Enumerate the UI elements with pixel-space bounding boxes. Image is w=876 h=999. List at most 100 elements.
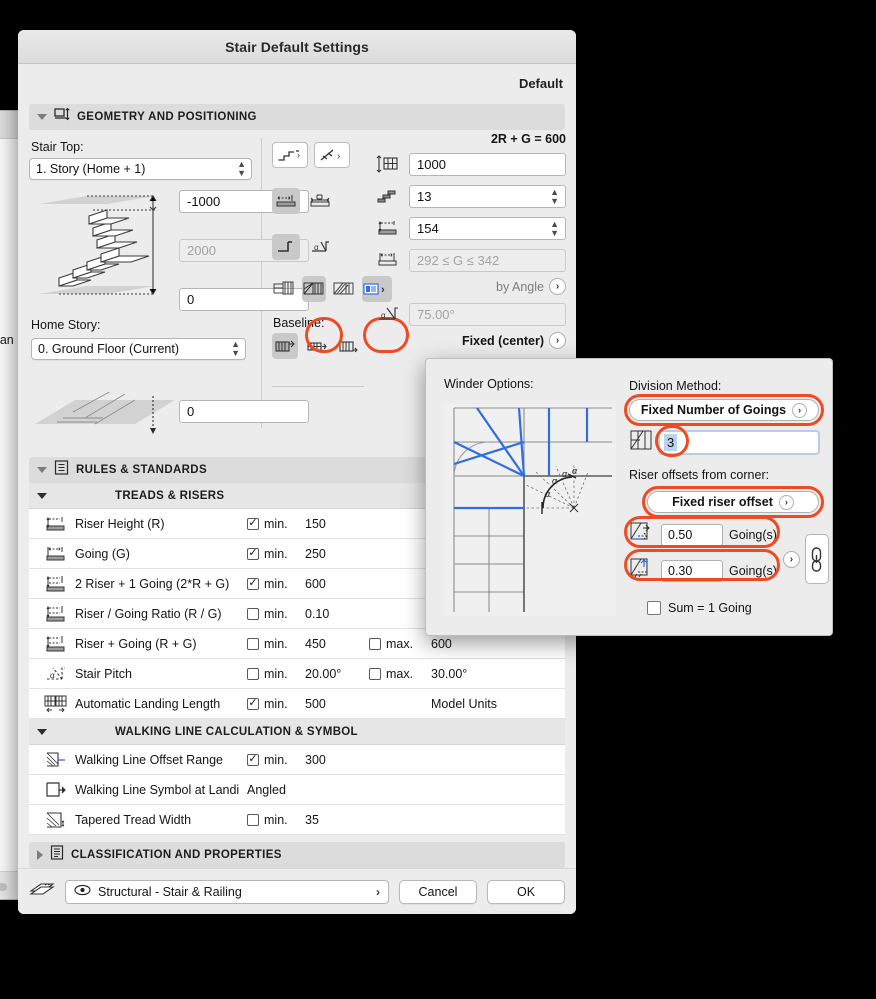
by-angle-row[interactable]: by Angle › [376, 278, 566, 295]
turn-landing-icon-button[interactable] [272, 276, 296, 302]
row-constraint-1[interactable]: ✓ min. [247, 753, 305, 767]
svg-text:›: › [297, 150, 300, 160]
tapered-tread-icon [37, 810, 75, 830]
row-value-1[interactable]: 20.00° [305, 667, 369, 681]
stepper-chevrons-icon[interactable]: ▲ ▼ [550, 219, 559, 238]
row-constraint-1[interactable]: ✓ min. [247, 577, 305, 591]
disclosure-triangle-icon[interactable] [37, 850, 43, 860]
turn-curved-icon-button[interactable] [332, 276, 356, 302]
row-constraint-1[interactable]: ✓ min. [247, 547, 305, 561]
num-risers-field[interactable]: 13 ▲ ▼ [409, 185, 566, 208]
offset-bottom-field[interactable]: 0.30 [661, 559, 723, 582]
fixed-center-row[interactable]: Fixed (center) › [376, 332, 566, 349]
row-constraint-1[interactable]: ✓ min. [247, 697, 305, 711]
chevron-right-icon[interactable]: › [792, 402, 808, 418]
row-value-1[interactable]: 0.10 [305, 607, 369, 621]
row-value-1[interactable]: 300 [305, 753, 369, 767]
disclosure-triangle-icon[interactable] [37, 492, 47, 499]
disclosure-triangle-icon[interactable] [37, 467, 47, 473]
table-row[interactable]: α Stair Pitch min. 20.00° max. 30.00° [29, 659, 565, 689]
number-of-risers-icon [376, 186, 402, 208]
row-checkbox-min[interactable]: ✓ [247, 517, 259, 530]
flight-type-row: › › [272, 142, 362, 168]
chevron-right-icon[interactable]: › [778, 494, 794, 510]
stair-top-value: 1. Story (Home + 1) [36, 162, 146, 176]
row-constraint-1[interactable]: min. [247, 813, 305, 827]
offset-top-field[interactable]: 0.50 [661, 523, 723, 546]
table-row[interactable]: Tapered Tread Width min. 35 [29, 805, 565, 835]
baseline-right-icon-button[interactable] [336, 333, 362, 359]
tread-flat-icon-button[interactable] [272, 234, 300, 260]
table-row[interactable]: Walking Line Symbol at Landi Angled [29, 775, 565, 805]
tread-angled-icon-button[interactable]: α [306, 234, 334, 260]
chevron-right-icon[interactable]: › [376, 885, 380, 899]
walkline-locked-icon-button[interactable] [306, 188, 334, 214]
stepper-chevrons-icon[interactable]: ▲ ▼ [237, 160, 246, 178]
row-constraint-1[interactable]: ✓ min. [247, 517, 305, 531]
row-checkbox-min[interactable]: ✓ [247, 577, 259, 590]
ok-button[interactable]: OK [487, 879, 565, 904]
row-value-1[interactable]: 600 [305, 577, 369, 591]
dialog-titlebar[interactable]: Stair Default Settings [18, 30, 576, 64]
row-checkbox-min[interactable] [247, 637, 259, 650]
section-header-geometry[interactable]: GEOMETRY AND POSITIONING [29, 104, 565, 130]
angle-field[interactable]: 75.00° [409, 303, 566, 326]
total-rise-row: 1000 [376, 153, 566, 176]
row-constraint-1[interactable]: min. [247, 667, 305, 681]
row-checkbox-min[interactable] [247, 813, 259, 826]
layers-icon[interactable] [29, 879, 55, 904]
home-story-select[interactable]: 0. Ground Floor (Current) ▲ ▼ [31, 338, 246, 360]
cancel-button[interactable]: Cancel [399, 879, 477, 904]
stair-top-select[interactable]: 1. Story (Home + 1) ▲ ▼ [29, 158, 252, 180]
row-checkbox-max[interactable] [369, 637, 381, 650]
turn-winder-icon-button[interactable] [302, 276, 326, 302]
section-title-geometry: GEOMETRY AND POSITIONING [77, 111, 257, 123]
disclosure-triangle-icon[interactable] [37, 114, 47, 120]
row-constraint-2[interactable]: max. [369, 667, 431, 681]
row-checkbox-min[interactable]: ✓ [247, 697, 259, 710]
total-rise-field[interactable]: 1000 [409, 153, 566, 176]
stepper-chevrons-icon[interactable]: ▲ ▼ [231, 340, 240, 358]
chevron-right-icon[interactable]: › [549, 278, 566, 295]
number-of-goings-field[interactable]: 3 [658, 430, 820, 455]
row-value-1[interactable]: 450 [305, 637, 369, 651]
rules-subgroup-header[interactable]: WALKING LINE CALCULATION & SYMBOL [29, 719, 565, 745]
chevron-right-icon[interactable]: › [549, 332, 566, 349]
riser-offset-method-select[interactable]: Fixed riser offset › [647, 491, 819, 513]
going-range-field[interactable]: 292 ≤ G ≤ 342 [409, 249, 566, 272]
stair-structure-icon-button[interactable]: › [272, 142, 308, 168]
row-constraint-2[interactable]: max. [369, 637, 431, 651]
baseline-center-icon-button[interactable] [304, 333, 330, 359]
offset-top-unit: Going(s) [729, 527, 777, 542]
row-checkbox-max[interactable] [369, 667, 381, 680]
row-value-1[interactable]: 250 [305, 547, 369, 561]
geometry-left-column: Stair Top: 1. Story (Home + 1) ▲ ▼ [29, 140, 252, 180]
sum-one-going-row[interactable]: Sum = 1 Going [647, 601, 819, 615]
row-checkbox-min[interactable] [247, 607, 259, 620]
row-value-1[interactable]: 35 [305, 813, 369, 827]
row-checkbox-min[interactable]: ✓ [247, 547, 259, 560]
row-constraint-1[interactable]: min. [247, 607, 305, 621]
chevron-right-icon[interactable]: › [782, 550, 800, 568]
table-row[interactable]: Walking Line Offset Range ✓ min. 300 [29, 745, 565, 775]
row-checkbox-min[interactable] [247, 667, 259, 680]
row-checkbox-min[interactable]: ✓ [247, 753, 259, 766]
section-header-classification[interactable]: CLASSIFICATION AND PROPERTIES [29, 842, 565, 868]
row-constraint-1[interactable]: min. [247, 637, 305, 651]
row-constraint-1[interactable]: Angled [247, 783, 305, 797]
row-value-1[interactable]: 500 [305, 697, 369, 711]
stair-flight-icon-button[interactable]: › [314, 142, 350, 168]
winder-options-popup: Winder Options: α α α α Division Method:… [425, 358, 833, 636]
stepper-chevrons-icon[interactable]: ▲ ▼ [550, 187, 559, 206]
sum-one-going-checkbox[interactable] [647, 601, 661, 615]
link-offsets-toggle[interactable] [804, 534, 829, 584]
row-value-1[interactable]: 150 [305, 517, 369, 531]
disclosure-triangle-icon[interactable] [37, 728, 47, 735]
riser-height-field[interactable]: 154 ▲ ▼ [409, 217, 566, 240]
table-row[interactable]: Automatic Landing Length ✓ min. 500 Model Un… [29, 689, 565, 719]
division-method-select[interactable]: Fixed Number of Goings › [629, 399, 819, 421]
project-zero-field[interactable]: 0 [179, 400, 309, 423]
walkline-width-icon-button[interactable] [272, 188, 300, 214]
baseline-left-icon-button[interactable] [272, 333, 298, 359]
structural-attribute-select[interactable]: Structural - Stair & Railing › [65, 879, 389, 904]
